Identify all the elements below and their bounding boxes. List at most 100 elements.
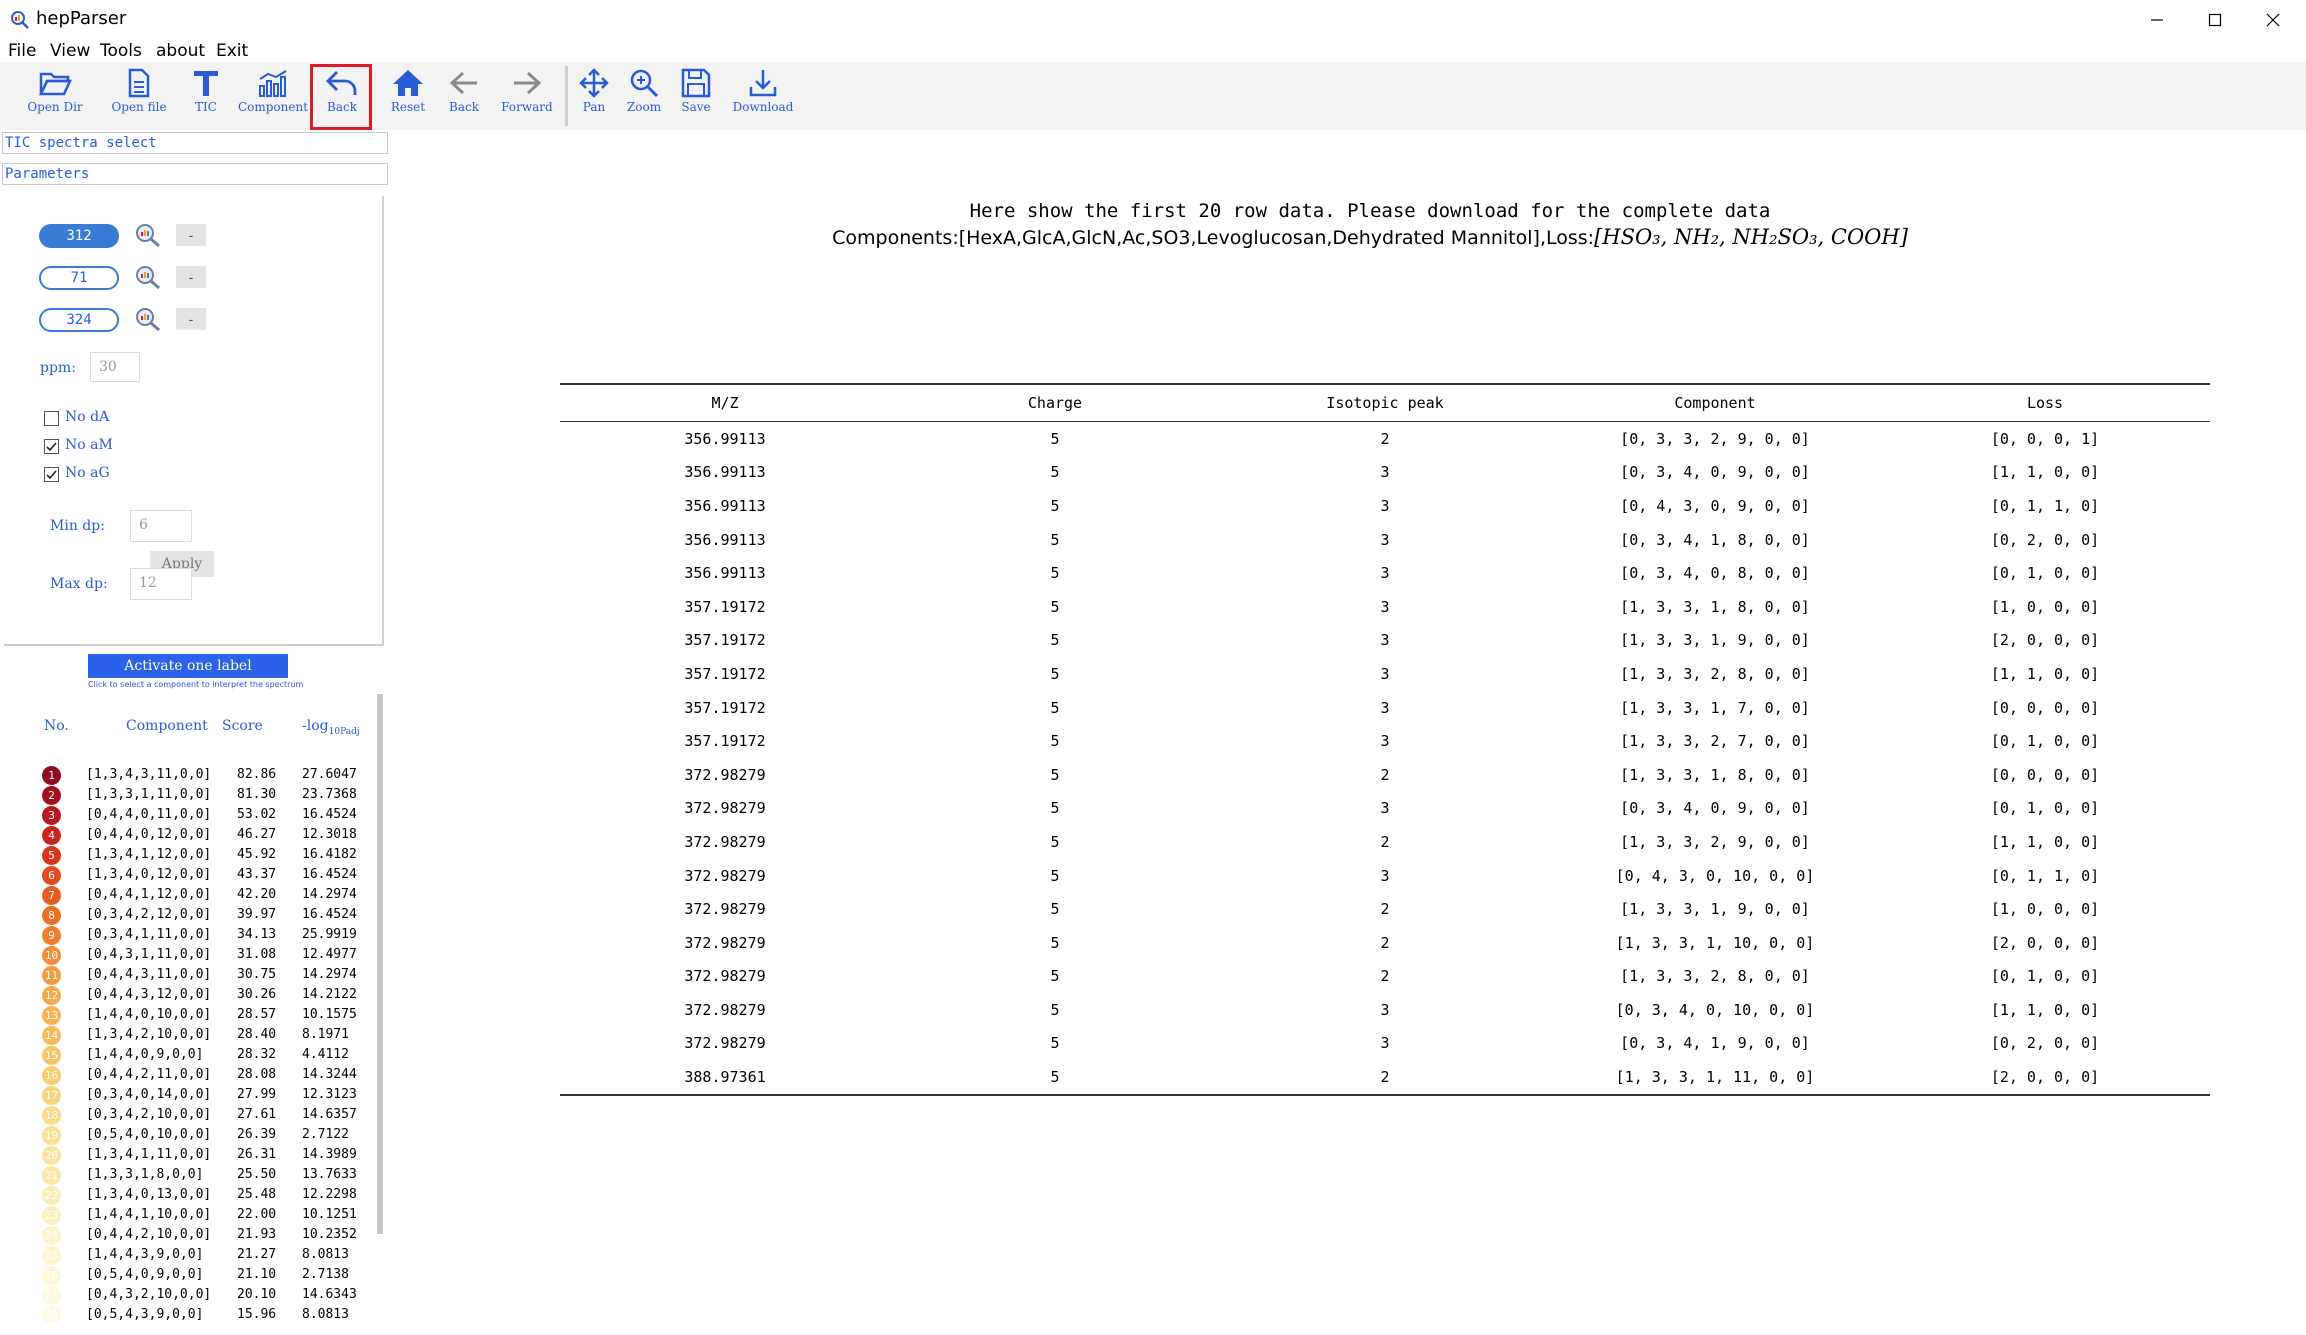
minimize-button[interactable]: [2126, 0, 2188, 40]
table-cell: [0, 3, 4, 0, 9, 0, 0]: [1620, 799, 1810, 818]
rank-row[interactable]: 10 [0,4,3,1,11,0,0] 31.08 12.4977: [0, 945, 380, 965]
rank-list-scrollbar[interactable]: [377, 694, 383, 1234]
rank-score: 31.08: [237, 947, 277, 962]
menu-file[interactable]: File: [8, 41, 36, 61]
rank-row[interactable]: 11 [0,4,4,3,11,0,0] 30.75 14.2974: [0, 965, 380, 985]
peak-pill[interactable]: 312: [39, 224, 119, 248]
open-dir-button[interactable]: Open Dir: [20, 64, 90, 128]
table-row: 356.99113 5 3 [0, 4, 3, 0, 9, 0, 0] [0, 1, 1…: [560, 489, 2210, 523]
rank-row[interactable]: 2 [1,3,3,1,11,0,0] 81.30 23.7368: [0, 785, 380, 805]
download-button[interactable]: Download: [728, 64, 798, 128]
rank-row[interactable]: 14 [1,3,4,2,10,0,0] 28.40 8.1971: [0, 1025, 380, 1045]
close-button[interactable]: [2242, 0, 2304, 40]
tic-button[interactable]: TIC: [186, 64, 226, 128]
rank-row[interactable]: 9 [0,3,4,1,11,0,0] 34.13 25.9919: [0, 925, 380, 945]
activate-label-button[interactable]: Activate one label: [88, 654, 288, 678]
no-da-checkbox[interactable]: [44, 411, 59, 426]
remove-peak-button[interactable]: -: [176, 266, 206, 288]
table-cell: [1, 3, 3, 2, 8, 0, 0]: [1620, 664, 1810, 683]
checkmark-icon: [46, 442, 57, 452]
rank-row[interactable]: 17 [0,3,4,0,14,0,0] 27.99 12.3123: [0, 1085, 380, 1105]
arrow-right-icon: [514, 71, 542, 95]
table-row: 356.99113 5 3 [0, 3, 4, 0, 9, 0, 0] [1, 1, 0…: [560, 456, 2210, 490]
rank-row[interactable]: 27 [0,4,3,2,10,0,0] 20.10 14.6343: [0, 1285, 380, 1305]
maximize-button[interactable]: [2184, 0, 2246, 40]
table-cell: 3: [1380, 631, 1390, 650]
rank-row[interactable]: 15 [1,4,4,0,9,0,0] 28.32 4.4112: [0, 1045, 380, 1065]
table-cell: [0, 2, 0, 0]: [1990, 1034, 2100, 1053]
rank-badge: 12: [42, 986, 61, 1005]
component-button[interactable]: Component: [238, 64, 308, 128]
rank-row[interactable]: 20 [1,3,4,1,11,0,0] 26.31 14.3989: [0, 1145, 380, 1165]
rank-row[interactable]: 25 [1,4,4,3,9,0,0] 21.27 8.0813: [0, 1245, 380, 1265]
table-cell: [2, 0, 0, 0]: [1990, 631, 2100, 650]
save-button[interactable]: Save: [676, 64, 716, 128]
min-dp-input[interactable]: 6: [130, 510, 192, 542]
remove-peak-button[interactable]: -: [176, 224, 206, 246]
rank-badge: 6: [42, 866, 61, 885]
rank-row[interactable]: 23 [1,4,4,1,10,0,0] 22.00 10.1251: [0, 1205, 380, 1225]
table-cell: [1, 1, 0, 0]: [1990, 1000, 2100, 1019]
remove-peak-button[interactable]: -: [176, 308, 206, 330]
table-cell: 2: [1380, 832, 1390, 851]
no-ag-checkbox[interactable]: [44, 467, 59, 482]
table-cell: [1, 3, 3, 1, 9, 0, 0]: [1620, 631, 1810, 650]
menu-view[interactable]: View: [50, 41, 90, 61]
table-cell: 5: [1050, 900, 1060, 919]
rank-score: 82.86: [237, 767, 277, 782]
peak-zoom-icon[interactable]: [134, 264, 162, 290]
arrow-left-icon: [449, 71, 477, 95]
pan-button[interactable]: Pan: [574, 64, 614, 128]
peak-pill[interactable]: 324: [39, 308, 119, 332]
table-cell: [0, 0, 0, 0]: [1990, 698, 2100, 717]
rank-row[interactable]: 5 [1,3,4,1,12,0,0] 45.92 16.4182: [0, 845, 380, 865]
menu-tools[interactable]: Tools: [100, 41, 142, 61]
forward-button[interactable]: Forward: [497, 64, 557, 128]
table-cell: 5: [1050, 530, 1060, 549]
rank-row[interactable]: 13 [1,4,4,0,10,0,0] 28.57 10.1575: [0, 1005, 380, 1025]
rank-score: 39.97: [237, 907, 277, 922]
rank-logp: 14.3244: [302, 1067, 357, 1082]
rank-row[interactable]: 1 [1,3,4,3,11,0,0] 82.86 27.6047: [0, 765, 380, 785]
rank-row[interactable]: 12 [0,4,4,3,12,0,0] 30.26 14.2122: [0, 985, 380, 1005]
table-cell: 5: [1050, 933, 1060, 952]
rank-row[interactable]: 4 [0,4,4,0,12,0,0] 46.27 12.3018: [0, 825, 380, 845]
rank-score: 53.02: [237, 807, 277, 822]
rank-row[interactable]: 26 [0,5,4,0,9,0,0] 21.10 2.7138: [0, 1265, 380, 1285]
peak-zoom-icon[interactable]: [134, 222, 162, 248]
open-file-button[interactable]: Open file: [104, 64, 174, 128]
rank-logp: 10.2352: [302, 1227, 357, 1242]
tic-spectra-select[interactable]: TIC spectra select: [2, 132, 388, 154]
rank-row[interactable]: 21 [1,3,3,1,8,0,0] 25.50 13.7633: [0, 1165, 380, 1185]
max-dp-input[interactable]: 12: [130, 568, 192, 600]
peak-zoom-icon[interactable]: [134, 306, 162, 332]
table-cell: 356.99113: [684, 429, 766, 448]
rank-row[interactable]: 19 [0,5,4,0,10,0,0] 26.39 2.7122: [0, 1125, 380, 1145]
rank-row[interactable]: 22 [1,3,4,0,13,0,0] 25.48 12.2298: [0, 1185, 380, 1205]
zoom-button[interactable]: Zoom: [624, 64, 664, 128]
rank-row[interactable]: 24 [0,4,4,2,10,0,0] 21.93 10.2352: [0, 1225, 380, 1245]
rank-row[interactable]: 6 [1,3,4,0,12,0,0] 43.37 16.4524: [0, 865, 380, 885]
rank-component: [1,3,4,1,12,0,0]: [86, 847, 212, 862]
move-arrows-icon: [579, 68, 609, 98]
no-am-checkbox[interactable]: [44, 439, 59, 454]
rank-logp: 23.7368: [302, 787, 357, 802]
table-cell: [0, 1, 0, 0]: [1990, 564, 2100, 583]
rank-row[interactable]: 18 [0,3,4,2,10,0,0] 27.61 14.6357: [0, 1105, 380, 1125]
zoom-icon: [630, 69, 659, 98]
rank-row[interactable]: 3 [0,4,4,0,11,0,0] 53.02 16.4524: [0, 805, 380, 825]
table-cell: [0, 0, 0, 1]: [1990, 429, 2100, 448]
rank-row[interactable]: 8 [0,3,4,2,12,0,0] 39.97 16.4524: [0, 905, 380, 925]
parameters-header[interactable]: Parameters: [2, 163, 388, 185]
ppm-input[interactable]: 30: [90, 352, 140, 382]
menu-exit[interactable]: Exit: [216, 41, 248, 61]
rank-row[interactable]: 16 [0,4,4,2,11,0,0] 28.08 14.3244: [0, 1065, 380, 1085]
rank-component: [1,3,3,1,8,0,0]: [86, 1167, 204, 1182]
back-button[interactable]: Back: [444, 64, 484, 128]
menu-about[interactable]: about: [156, 41, 205, 61]
rank-badge: 10: [42, 946, 61, 965]
reset-button[interactable]: Reset: [383, 64, 433, 128]
table-cell: 5: [1050, 1000, 1060, 1019]
rank-row[interactable]: 7 [0,4,4,1,12,0,0] 42.20 14.2974: [0, 885, 380, 905]
peak-pill[interactable]: 71: [39, 266, 119, 290]
